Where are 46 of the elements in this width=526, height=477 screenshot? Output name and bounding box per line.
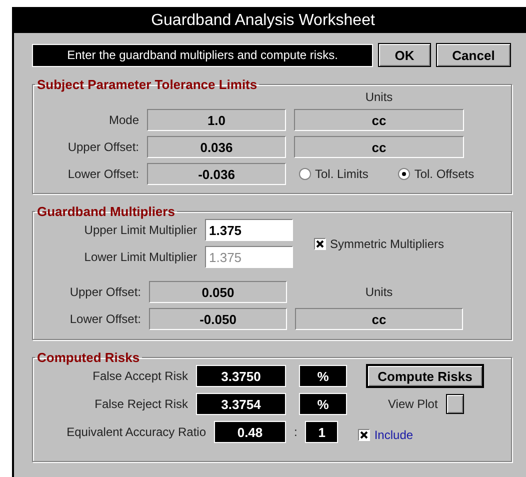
units-display: cc [294, 136, 464, 158]
window-title: Guardband Analysis Worksheet [14, 8, 526, 33]
checkbox-option[interactable]: Include [358, 428, 414, 442]
status-message: Enter the guardband multipliers and compute risks. [32, 44, 373, 66]
field-label: Lower Offset: [68, 312, 141, 326]
view-plot-toggle[interactable] [446, 394, 464, 414]
field-label: Lower Limit Multiplier [83, 250, 197, 264]
radio-button[interactable] [299, 168, 311, 180]
ratio-separator: : [294, 425, 298, 439]
field-label: Upper Offset: [66, 140, 139, 154]
group-title: Subject Parameter Tolerance Limits [36, 77, 258, 92]
field-label: Upper Limit Multiplier [83, 223, 197, 237]
view-plot-label: View Plot [388, 397, 438, 411]
value-display: 1.0 [147, 109, 286, 131]
cancel-button[interactable]: Cancel [436, 43, 511, 67]
radio-button[interactable] [398, 168, 410, 180]
ratio-display: 1 [305, 421, 338, 443]
units-display: cc [295, 308, 463, 330]
checkbox-option[interactable]: Symmetric Multipliers [314, 236, 444, 250]
value-display: 0.036 [147, 136, 286, 158]
ok-button[interactable]: OK [378, 43, 431, 67]
multiplier-input[interactable]: 1.375 [205, 219, 293, 241]
field-label: Lower Offset: [66, 167, 139, 181]
ratio-display: 0.48 [214, 421, 286, 443]
units-header: Units [364, 285, 394, 299]
group-title: Guardband Multipliers [36, 204, 176, 219]
units-display: % [299, 365, 347, 387]
radio-option[interactable]: Tol. Offsets [398, 167, 474, 181]
group-title: Computed Risks [36, 350, 141, 365]
value-display: 0.050 [149, 281, 287, 303]
compute-risks-button[interactable]: Compute Risks [366, 364, 484, 388]
field-label: Mode [108, 113, 139, 127]
checkbox[interactable] [314, 238, 326, 250]
field-label: Equivalent Accuracy Ratio [66, 425, 206, 439]
field-label: False Accept Risk [92, 369, 188, 383]
units-header: Units [364, 90, 394, 104]
risk-display: 3.3754 [196, 393, 286, 415]
checkbox[interactable] [358, 429, 370, 441]
field-label: Upper Offset: [68, 285, 141, 299]
value-display: -0.036 [147, 163, 286, 185]
units-display: cc [294, 109, 464, 131]
field-label: False Reject Risk [94, 397, 188, 411]
value-display: -0.050 [149, 308, 287, 330]
radio-option[interactable]: Tol. Limits [299, 167, 368, 181]
risk-display: 3.3750 [196, 365, 286, 387]
units-display: % [299, 393, 347, 415]
